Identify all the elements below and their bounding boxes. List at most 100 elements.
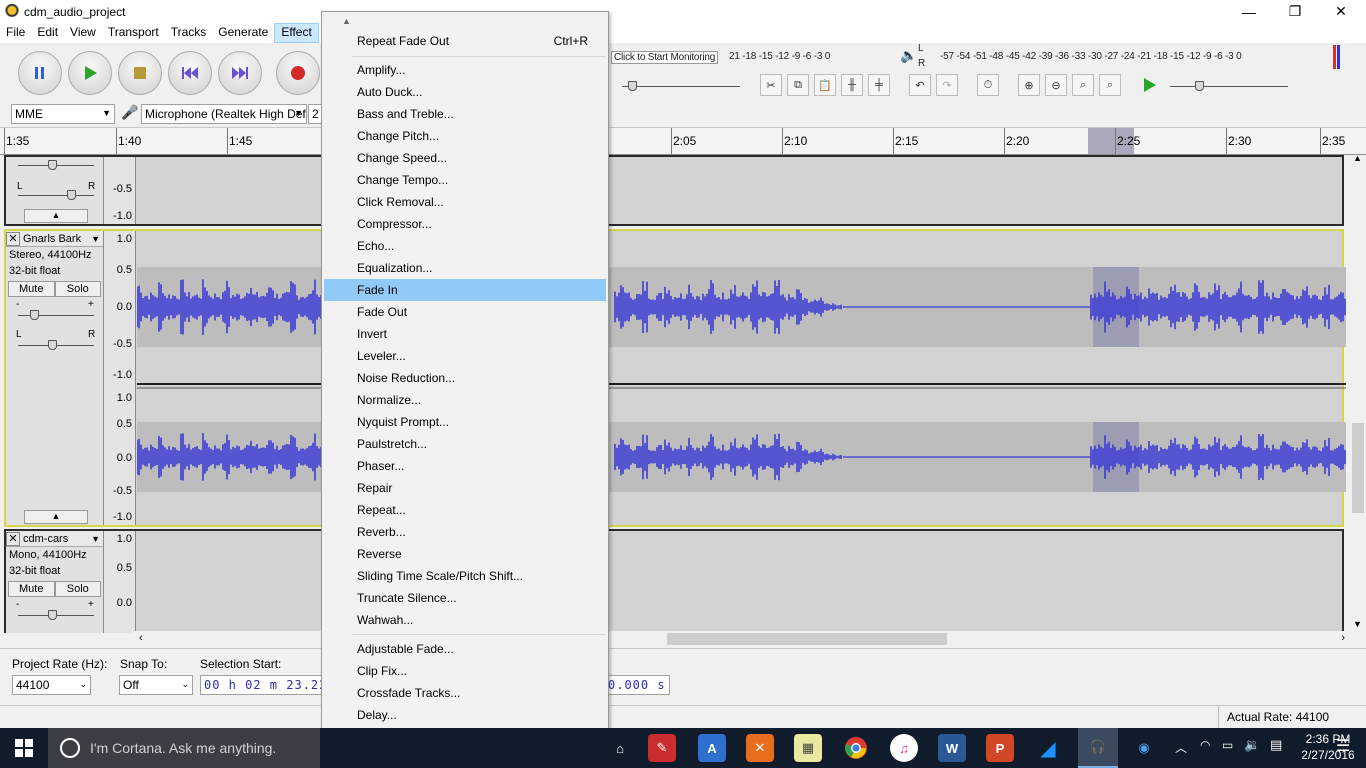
solo-button[interactable]: Solo — [54, 281, 101, 297]
zoom-out-button[interactable]: ⊖ — [1045, 74, 1067, 96]
menu-item-effect[interactable]: Noise Reduction... — [324, 367, 606, 389]
start-monitoring-button[interactable]: Click to Start Monitoring — [611, 51, 719, 64]
audacity-taskbar-icon[interactable]: 🎧 — [1078, 728, 1118, 768]
sync-lock-button[interactable]: ⏱ — [977, 74, 999, 96]
keyboard-icon[interactable]: ▤ — [1270, 737, 1282, 753]
playback-meter-ticks[interactable]: -57 -54 -51 -48 -45 -42 -39 -36 -33 -30 … — [940, 51, 1242, 62]
chevron-down-icon[interactable]: ▼ — [91, 534, 100, 544]
menu-item-effect[interactable]: Fade Out — [324, 301, 606, 323]
recording-volume-slider[interactable] — [622, 86, 740, 87]
trim-button[interactable]: ╫ — [841, 74, 863, 96]
vertical-scrollbar[interactable]: ▲ ▼ — [1350, 153, 1366, 631]
track-cdm-cars[interactable]: ✕ cdm-cars ▼ Mono, 44100Hz 32-bit float … — [4, 529, 1344, 633]
battery-icon[interactable]: ▭ — [1222, 738, 1233, 752]
spreadsheet-icon[interactable]: ▦ — [794, 734, 822, 762]
track-name[interactable]: Gnarls Bark — [23, 233, 81, 245]
menu-item-effect[interactable]: Delay... — [324, 704, 606, 726]
fit-project-button[interactable]: ⌕ — [1099, 74, 1121, 96]
volume-icon[interactable]: 🔉 — [1244, 737, 1260, 753]
notifications-icon[interactable]: ☰ — [1336, 736, 1350, 756]
gain-knob[interactable] — [48, 160, 57, 170]
track-name[interactable]: cdm-cars — [23, 533, 68, 545]
project-rate-select[interactable]: 44100 ⌄ — [12, 675, 91, 695]
menu-item-effect[interactable]: Leveler... — [324, 345, 606, 367]
playback-speed-knob[interactable] — [1195, 81, 1204, 91]
skip-to-start-button[interactable] — [168, 51, 212, 95]
pan-knob[interactable] — [67, 190, 76, 200]
track-1-waveform[interactable] — [137, 157, 1342, 224]
horizontal-scroll-thumb[interactable] — [667, 633, 947, 645]
skip-to-end-button[interactable] — [218, 51, 262, 95]
gain-knob[interactable] — [48, 610, 57, 620]
stop-button[interactable] — [118, 51, 162, 95]
track-2-waveform[interactable] — [136, 231, 1346, 525]
chevron-down-icon[interactable]: ▼ — [91, 234, 100, 244]
host-select[interactable]: MME ▼ — [11, 104, 115, 124]
scroll-left-icon[interactable]: ‹ — [139, 632, 143, 644]
menu-generate[interactable]: Generate — [212, 23, 274, 43]
itunes-icon[interactable]: ♫ — [890, 734, 918, 762]
copy-button[interactable]: ⧉ — [787, 74, 809, 96]
gain-knob[interactable] — [30, 310, 39, 320]
menu-item-effect[interactable]: Truncate Silence... — [324, 587, 606, 609]
start-button[interactable] — [0, 728, 48, 768]
menu-item-effect[interactable]: Crossfade Tracks... — [324, 682, 606, 704]
pan-slider[interactable] — [18, 195, 94, 196]
menu-item-effect[interactable]: Normalize... — [324, 389, 606, 411]
menu-tracks[interactable]: Tracks — [165, 23, 213, 43]
menu-item-effect[interactable]: Amplify... — [324, 59, 606, 81]
menu-effect[interactable]: Effect — [274, 23, 319, 43]
menu-edit[interactable]: Edit — [31, 23, 64, 43]
fit-selection-button[interactable]: ⌕ — [1072, 74, 1094, 96]
menu-view[interactable]: View — [64, 23, 102, 43]
menu-item-effect[interactable]: Bass and Treble... — [324, 103, 606, 125]
menu-item-effect[interactable]: Repair — [324, 477, 606, 499]
undo-button[interactable]: ↶ — [909, 74, 931, 96]
app-store-icon[interactable]: A — [698, 734, 726, 762]
recording-volume-knob[interactable] — [628, 81, 637, 91]
close-track-icon[interactable]: ✕ — [6, 531, 20, 546]
solo-button[interactable]: Solo — [54, 581, 101, 597]
cortana-search[interactable]: I'm Cortana. Ask me anything. — [48, 728, 320, 768]
play-at-speed-button[interactable] — [1138, 74, 1160, 96]
menu-item-effect[interactable]: Change Tempo... — [324, 169, 606, 191]
menu-item-effect[interactable]: Change Pitch... — [324, 125, 606, 147]
mute-button[interactable]: Mute — [8, 281, 55, 297]
menu-item-effect[interactable]: Equalization... — [324, 257, 606, 279]
record-button[interactable] — [276, 51, 320, 95]
chrome-icon[interactable] — [842, 734, 870, 762]
menu-item-effect[interactable]: Repeat... — [324, 499, 606, 521]
track-3-waveform[interactable] — [137, 531, 1342, 633]
restore-button[interactable]: ❐ — [1272, 0, 1318, 23]
menu-item-repeat-fade-out[interactable]: Repeat Fade Out Ctrl+R — [324, 30, 606, 52]
timeline-ruler[interactable]: 1:35 1:40 1:45 2:05 2:10 2:15 2:20 2:25 … — [0, 128, 1366, 155]
mute-button[interactable]: Mute — [8, 581, 55, 597]
show-hidden-icons[interactable]: ︿ — [1175, 739, 1187, 756]
zoom-in-button[interactable]: ⊕ — [1018, 74, 1040, 96]
menu-item-effect[interactable]: Reverse — [324, 543, 606, 565]
silence-button[interactable]: ╪ — [868, 74, 890, 96]
pause-button[interactable] — [18, 51, 62, 95]
play-button[interactable] — [68, 51, 112, 95]
menu-item-effect[interactable]: Sliding Time Scale/Pitch Shift... — [324, 565, 606, 587]
menu-item-effect[interactable]: Click Removal... — [324, 191, 606, 213]
selection-end-field[interactable]: 0.000 s — [605, 675, 670, 695]
powerpoint-icon[interactable]: P — [986, 734, 1014, 762]
menu-item-effect[interactable]: Fade In — [324, 279, 606, 301]
minimize-button[interactable]: — — [1226, 0, 1272, 23]
vertical-scroll-thumb[interactable] — [1352, 423, 1364, 513]
menu-transport[interactable]: Transport — [102, 23, 165, 43]
menu-item-effect[interactable]: Adjustable Fade... — [324, 638, 606, 660]
cut-button[interactable]: ✂ — [760, 74, 782, 96]
menu-item-effect[interactable]: Auto Duck... — [324, 81, 606, 103]
scroll-right-icon[interactable]: › — [1341, 632, 1345, 644]
paste-button[interactable]: 📋 — [814, 74, 836, 96]
menu-item-effect[interactable]: Nyquist Prompt... — [324, 411, 606, 433]
input-device-select[interactable]: Microphone (Realtek High Def ▼ — [141, 104, 307, 124]
collapse-button[interactable]: ▲ — [24, 209, 88, 223]
file-explorer-icon[interactable]: ⌂ — [606, 734, 634, 762]
snipping-tool-icon[interactable]: ✎ — [648, 734, 676, 762]
horizontal-scrollbar[interactable]: ‹ › — [131, 631, 1351, 648]
close-track-icon[interactable]: ✕ — [6, 231, 20, 246]
menu-scroll-up-icon[interactable]: ▲ — [342, 16, 351, 26]
